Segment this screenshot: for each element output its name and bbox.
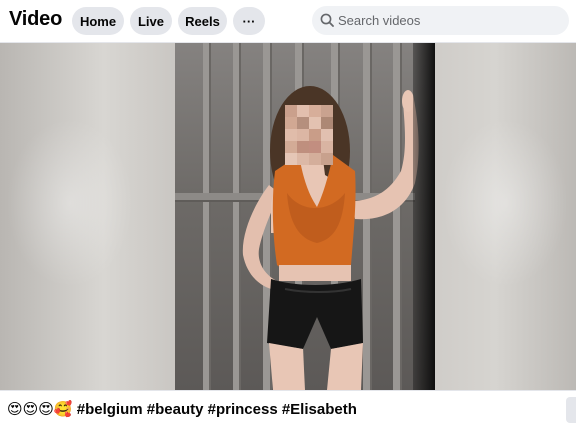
caption-bar: 😍😍😍🥰 #belgium #beauty #princess #Elisabe… [0,390,576,428]
frame-edge-shadow [413,43,435,390]
search-box[interactable] [312,6,569,35]
page-title: Video [9,8,63,30]
search-icon [320,13,334,27]
video-frame[interactable] [175,43,435,390]
more-button[interactable]: ··· [233,7,265,35]
tab-live[interactable]: Live [130,7,172,35]
video-caption[interactable]: 😍😍😍🥰 #belgium #beauty #princess #Elisabe… [7,400,357,418]
video-still-image [175,43,419,390]
top-bar: Video Home Live Reels ··· [0,0,576,43]
side-panel-handle[interactable] [566,397,576,423]
tab-home[interactable]: Home [72,7,124,35]
video-player[interactable] [0,43,576,390]
search-input[interactable] [338,6,560,35]
tab-reels[interactable]: Reels [178,7,227,35]
